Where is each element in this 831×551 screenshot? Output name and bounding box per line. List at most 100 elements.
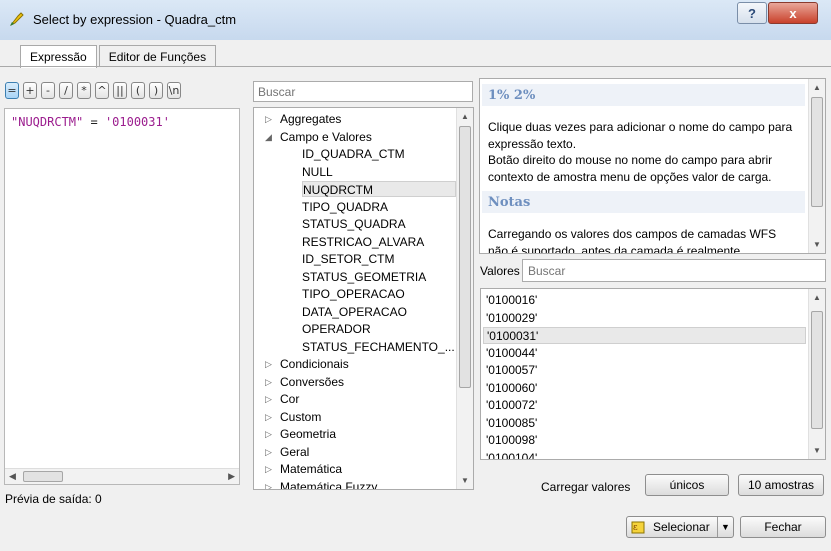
collapsed-arrow-icon[interactable]: ▷ [265,461,272,477]
function-group[interactable]: ▷ Aggregates [265,111,341,127]
expression-editor[interactable]: "NUQDRCTM" = '0100031' ◀ ▶ [4,108,240,485]
value-item[interactable]: '0100104' [483,450,806,460]
help-text-2: Botão direito do mouse no nome do campo … [488,153,773,184]
expanded-arrow-icon[interactable]: ◢ [265,129,272,145]
op-multiply-button[interactable]: * [77,82,91,99]
field-item[interactable]: ID_QUADRA_CTM [302,146,405,162]
collapsed-arrow-icon[interactable]: ▷ [265,374,272,390]
select-features-icon: ε [631,521,645,534]
help-vscrollbar[interactable]: ▲ ▼ [808,79,825,253]
collapsed-arrow-icon[interactable]: ▷ [265,479,272,490]
value-item[interactable]: '0100044' [483,345,806,362]
scroll-up-icon[interactable]: ▲ [813,293,821,302]
values-search-input[interactable] [522,259,826,282]
values-label: Valores [480,264,520,278]
op-newline-button[interactable]: \n [167,82,181,99]
tab-bar: Expressão Editor de Funções [20,45,218,68]
op-close-paren-button[interactable]: ) [149,82,163,99]
tree-scroll-thumb[interactable] [459,126,471,388]
scroll-up-icon[interactable]: ▲ [461,112,469,121]
scroll-left-icon[interactable]: ◀ [9,471,16,482]
function-group[interactable]: ▷ Condicionais [265,356,349,372]
scroll-right-icon[interactable]: ▶ [228,471,235,482]
scroll-thumb[interactable] [23,471,63,482]
collapsed-arrow-icon[interactable]: ▷ [265,391,272,407]
expression-text[interactable]: "NUQDRCTM" = '0100031' [11,115,170,129]
help-button[interactable]: ? [737,2,767,24]
value-item[interactable]: '0100016' [483,292,806,309]
scroll-down-icon[interactable]: ▼ [813,446,821,455]
op-divide-button[interactable]: / [59,82,73,99]
value-item[interactable]: '0100057' [483,362,806,379]
expression-field: "NUQDRCTM" [11,115,84,129]
field-item[interactable]: TIPO_OPERACAO [302,286,405,302]
field-item[interactable]: STATUS_QUADRA [302,216,406,232]
field-item[interactable]: ID_SETOR_CTM [302,251,394,267]
select-button[interactable]: ε Selecionar ▼ [626,516,734,538]
op-minus-button[interactable]: - [41,82,55,99]
collapsed-arrow-icon[interactable]: ▷ [265,426,272,442]
load-values-label: Carregar valores [541,480,631,494]
field-item[interactable]: STATUS_FECHAMENTO_... [302,339,455,355]
op-open-paren-button[interactable]: ( [131,82,145,99]
window-title: Select by expression - Quadra_ctm [33,12,237,27]
value-item[interactable]: '0100072' [483,397,806,414]
field-item[interactable]: NUQDRCTM [302,181,456,197]
function-search-input[interactable] [253,81,473,102]
function-group[interactable]: ◢ Campo e Valores [265,129,372,145]
select-expression-icon [10,12,24,26]
function-group[interactable]: ▷ Custom [265,409,321,425]
field-item[interactable]: DATA_OPERACAO [302,304,407,320]
close-button[interactable]: Fechar [740,516,826,538]
function-group[interactable]: ▷ Geometria [265,426,336,442]
value-item[interactable]: '0100029' [483,310,806,327]
scroll-down-icon[interactable]: ▼ [461,476,469,485]
load-unique-values-button[interactable]: únicos [645,474,729,496]
tab-divider [0,66,831,67]
help-heading-notes: Notas [482,191,805,213]
collapsed-arrow-icon[interactable]: ▷ [265,111,272,127]
field-item[interactable]: TIPO_QUADRA [302,199,388,215]
function-group[interactable]: ▷ Conversões [265,374,344,390]
collapsed-arrow-icon[interactable]: ▷ [265,356,272,372]
value-item[interactable]: '0100060' [483,380,806,397]
output-preview: Prévia de saída: 0 [5,492,102,506]
expression-operator: = [83,115,105,129]
function-tree: ▷ Matemática Fuzzy ▷ Matemática ▷ Geral ▷ Geome… [253,107,474,490]
chevron-down-icon[interactable]: ▼ [717,517,733,537]
function-group[interactable]: ▷ Matemática [265,461,342,477]
load-sample-values-button[interactable]: 10 amostras [738,474,824,496]
field-item[interactable]: OPERADOR [302,321,371,337]
expression-hscrollbar[interactable]: ◀ ▶ [5,468,239,484]
op-power-button[interactable]: ^ [95,82,109,99]
help-text-3: Carregando os valores dos campos de cama… [488,227,777,254]
values-list: '0100104' '0100098' '0100085' '0100072' '010… [480,288,826,460]
help-panel: 1% 2% Clique duas vezes para adicionar o… [479,78,826,254]
scroll-down-icon[interactable]: ▼ [813,240,821,249]
values-vscrollbar[interactable]: ▲ ▼ [808,289,825,459]
collapsed-arrow-icon[interactable]: ▷ [265,409,272,425]
field-item[interactable]: RESTRICAO_ALVARA [302,234,424,250]
function-group[interactable]: ▷ Matemática Fuzzy [265,479,377,490]
op-plus-button[interactable]: + [23,82,37,99]
tab-expressao[interactable]: Expressão [20,45,97,68]
help-text-1: Clique duas vezes para adicionar o nome … [488,120,793,151]
svg-text:ε: ε [633,523,638,533]
value-item[interactable]: '0100085' [483,415,806,432]
function-group[interactable]: ▷ Geral [265,444,309,460]
collapsed-arrow-icon[interactable]: ▷ [265,444,272,460]
field-item[interactable]: STATUS_GEOMETRIA [302,269,426,285]
op-equals-button[interactable]: = [5,82,19,99]
function-group[interactable]: ▷ Cor [265,391,299,407]
field-item[interactable]: NULL [302,164,333,180]
help-scroll-thumb[interactable] [811,97,823,207]
select-button-label: Selecionar [653,520,710,534]
values-scroll-thumb[interactable] [811,311,823,429]
scroll-up-icon[interactable]: ▲ [813,83,821,92]
value-item[interactable]: '0100098' [483,432,806,449]
op-concat-button[interactable]: || [113,82,127,99]
tree-vscrollbar[interactable]: ▲ ▼ [456,108,473,489]
close-window-button[interactable]: x [768,2,818,24]
value-item[interactable]: '0100031' [483,327,806,344]
tab-editor-funcoes[interactable]: Editor de Funções [98,45,217,67]
